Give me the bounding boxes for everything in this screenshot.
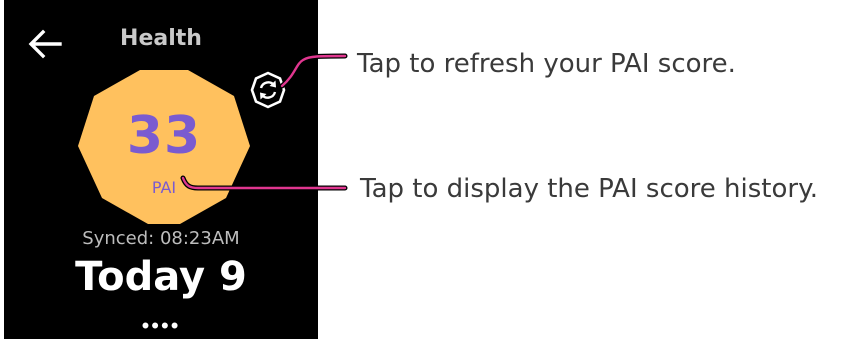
history-callout-line <box>180 175 348 191</box>
refresh-callout-line <box>279 53 348 89</box>
refresh-callout-text: Tap to refresh your PAI score. <box>357 49 736 79</box>
history-callout-text: Tap to display the PAI score history. <box>360 174 819 204</box>
